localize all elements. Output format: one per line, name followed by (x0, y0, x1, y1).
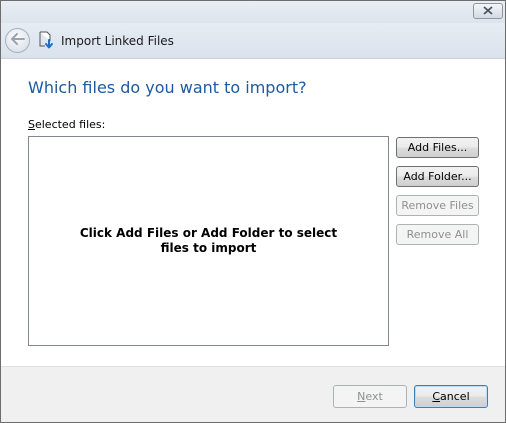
next-label: ext (365, 390, 383, 403)
back-button[interactable] (5, 28, 30, 53)
cancel-label: ancel (440, 390, 470, 403)
selected-files-label-text: elected files: (34, 118, 106, 131)
cancel-access-key: C (432, 390, 441, 403)
dialog-footer: Next Cancel (1, 366, 505, 422)
remove-all-button: Remove All (396, 224, 479, 245)
remove-files-button: Remove Files (396, 195, 479, 216)
selected-files-access-key: S (28, 118, 35, 131)
close-button[interactable] (473, 3, 503, 19)
selected-files-label: Selected files: (28, 118, 105, 131)
dialog-title: Import Linked Files (61, 34, 174, 48)
empty-list-message: Click Add Files or Add Folder to select … (79, 226, 338, 255)
page-heading: Which files do you want to import? (28, 78, 307, 97)
title-bar (1, 1, 505, 23)
navigation-bar: Import Linked Files (1, 23, 505, 59)
linked-file-icon (38, 31, 54, 49)
close-icon (483, 4, 493, 18)
add-files-button[interactable]: Add Files... (396, 137, 479, 158)
import-linked-files-dialog: Import Linked Files Which files do you w… (0, 0, 506, 423)
next-button: Next (333, 385, 407, 408)
back-arrow-icon (10, 33, 25, 48)
add-folder-button[interactable]: Add Folder... (396, 166, 479, 187)
cancel-button[interactable]: Cancel (414, 385, 488, 408)
next-access-key: N (357, 390, 366, 403)
selected-files-list[interactable]: Click Add Files or Add Folder to select … (28, 136, 389, 346)
